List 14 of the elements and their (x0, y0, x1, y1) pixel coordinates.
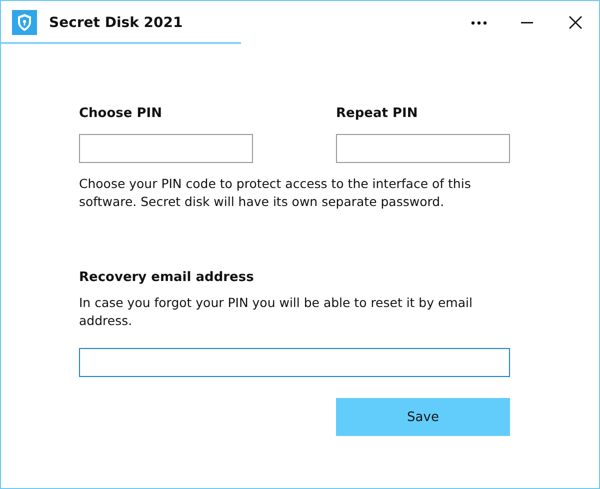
email-hint-text: In case you forgot your PIN you will be able to reset it by email address. (79, 294, 474, 330)
save-button[interactable]: Save (336, 398, 510, 436)
shield-logo-icon (12, 10, 37, 35)
pin-field[interactable] (336, 134, 510, 163)
window-title: Secret Disk 2021 (49, 14, 183, 30)
field-label: Choose PIN (79, 106, 163, 121)
field-label: Recovery email address (79, 270, 255, 285)
pin-field[interactable] (79, 134, 253, 163)
close-icon[interactable] (568, 16, 582, 29)
more-icon[interactable] (471, 20, 487, 24)
pin-hint-text: Choose your PIN code to protect access to the interface of this software. Secret disk will have its own separate password. (79, 175, 472, 211)
minimize-icon[interactable] (521, 22, 533, 24)
email-field[interactable] (79, 348, 510, 377)
field-label: Repeat PIN (336, 106, 419, 121)
